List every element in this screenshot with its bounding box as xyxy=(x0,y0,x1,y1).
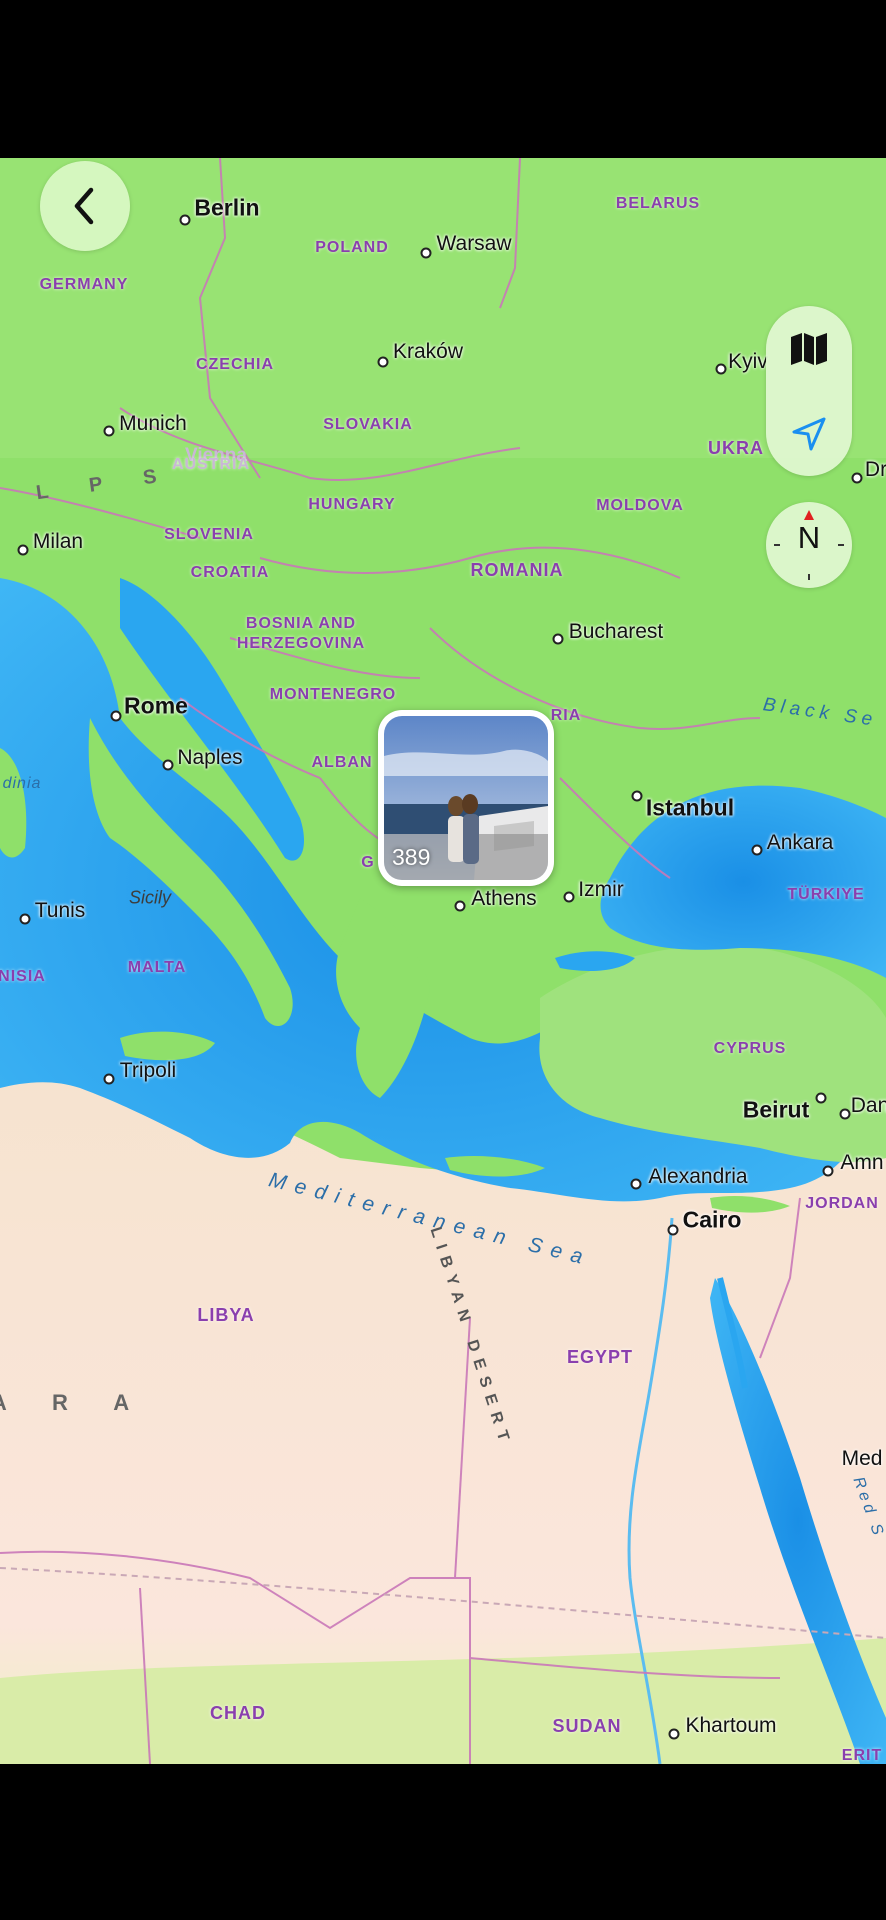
country-belarus: BELARUS xyxy=(615,195,701,212)
country-croatia: CROATIA xyxy=(190,564,270,581)
city-kyiv[interactable]: Kyiv xyxy=(728,350,768,374)
country-poland: POLAND xyxy=(315,239,389,256)
city-amman[interactable]: Amn xyxy=(840,1151,883,1175)
city-dot xyxy=(420,247,432,259)
city-dot xyxy=(668,1728,680,1740)
city-cairo[interactable]: Cairo xyxy=(683,1207,742,1234)
city-tripoli[interactable]: Tripoli xyxy=(120,1059,176,1083)
country-malta: MALTA xyxy=(127,959,187,976)
city-istanbul[interactable]: Istanbul xyxy=(646,795,734,822)
country-cyprus: CYPRUS xyxy=(713,1040,787,1057)
city-dot xyxy=(377,356,389,368)
city-dot xyxy=(563,891,575,903)
country-eritrea: ERIT xyxy=(841,1747,883,1764)
city-berlin[interactable]: Berlin xyxy=(194,195,259,222)
country-ukraine: UKRA xyxy=(708,438,764,458)
city-beirut[interactable]: Beirut xyxy=(743,1097,809,1124)
map-icon xyxy=(791,332,827,365)
country-germany: GERMANY xyxy=(39,276,129,293)
map-controls xyxy=(766,306,852,476)
city-izmir[interactable]: Izmir xyxy=(578,878,624,902)
city-alexandria[interactable]: Alexandria xyxy=(648,1165,747,1189)
chevron-left-icon xyxy=(74,187,94,225)
city-dot xyxy=(851,472,863,484)
city-dot xyxy=(179,214,191,226)
city-dot xyxy=(630,1178,642,1190)
country-chad: CHAD xyxy=(210,1703,266,1723)
country-slovakia: SLOVAKIA xyxy=(323,416,413,433)
photo-count: 389 xyxy=(392,844,431,870)
country-slovenia: SLOVENIA xyxy=(164,526,254,543)
city-bucharest[interactable]: Bucharest xyxy=(569,620,664,644)
sahara-label: A R A xyxy=(0,1390,150,1415)
country-egypt: EGYPT xyxy=(566,1347,634,1367)
city-dot xyxy=(715,363,727,375)
city-dot xyxy=(751,844,763,856)
city-damascus[interactable]: Dan xyxy=(851,1094,886,1118)
city-dot xyxy=(667,1224,679,1236)
country-austria: AUSTRIA xyxy=(171,456,251,473)
country-greece: G xyxy=(361,854,375,871)
city-dot xyxy=(17,544,29,556)
compass-north-label: N xyxy=(797,520,821,555)
compass-button[interactable]: N xyxy=(766,502,852,588)
city-ankara[interactable]: Ankara xyxy=(767,831,834,855)
country-montenegro: MONTENEGRO xyxy=(269,686,397,703)
city-dot xyxy=(103,425,115,437)
city-medina[interactable]: Med xyxy=(842,1447,883,1471)
city-dot xyxy=(103,1073,115,1085)
photo-cluster-pin[interactable]: 389 xyxy=(378,710,554,886)
country-libya: LIBYA xyxy=(197,1305,255,1325)
country-hungary: HUNGARY xyxy=(308,496,396,513)
city-warsaw[interactable]: Warsaw xyxy=(436,232,511,256)
country-romania: ROMANIA xyxy=(470,560,564,580)
city-dot xyxy=(631,790,643,802)
city-dot xyxy=(839,1108,851,1120)
country-czechia: CZECHIA xyxy=(195,356,275,373)
city-dot xyxy=(19,913,31,925)
city-dot xyxy=(110,710,122,722)
country-bosnia: BOSNIA AND HERZEGOVINA xyxy=(237,614,365,654)
country-bosnia-line2: HERZEGOVINA xyxy=(236,635,366,652)
country-moldova: MOLDOVA xyxy=(596,497,684,514)
sicily-label: Sicily xyxy=(128,887,172,908)
map-view[interactable]: Mediterranean Sea Black Se dinia Red S A… xyxy=(0,158,886,1764)
city-dot xyxy=(815,1092,827,1104)
city-munich[interactable]: Munich xyxy=(119,412,187,436)
country-bulgaria: RIA xyxy=(550,707,582,724)
city-athens[interactable]: Athens xyxy=(471,887,536,911)
city-khartoum[interactable]: Khartoum xyxy=(685,1714,776,1738)
country-jordan: JORDAN xyxy=(805,1195,879,1212)
city-dot xyxy=(552,633,564,645)
location-arrow-icon xyxy=(792,417,826,450)
city-milan[interactable]: Milan xyxy=(33,530,83,554)
country-sudan: SUDAN xyxy=(552,1716,622,1736)
city-dot xyxy=(162,759,174,771)
city-dot xyxy=(454,900,466,912)
country-bosnia-line1: BOSNIA AND xyxy=(245,615,357,632)
tyrrhenian-label: dinia xyxy=(2,775,42,792)
locate-button[interactable] xyxy=(766,391,852,476)
city-tunis[interactable]: Tunis xyxy=(35,899,86,923)
city-krakow[interactable]: Kraków xyxy=(393,340,463,364)
city-dot xyxy=(822,1165,834,1177)
country-albania: ALBAN xyxy=(311,754,373,771)
back-button[interactable] xyxy=(40,161,130,251)
country-turkiye: TÜRKIYE xyxy=(787,886,865,903)
city-naples[interactable]: Naples xyxy=(177,746,242,770)
country-tunisia: NISIA xyxy=(0,968,46,985)
map-mode-button[interactable] xyxy=(766,306,852,391)
city-dnipro[interactable]: Dr xyxy=(865,458,886,482)
city-rome[interactable]: Rome xyxy=(124,693,188,720)
